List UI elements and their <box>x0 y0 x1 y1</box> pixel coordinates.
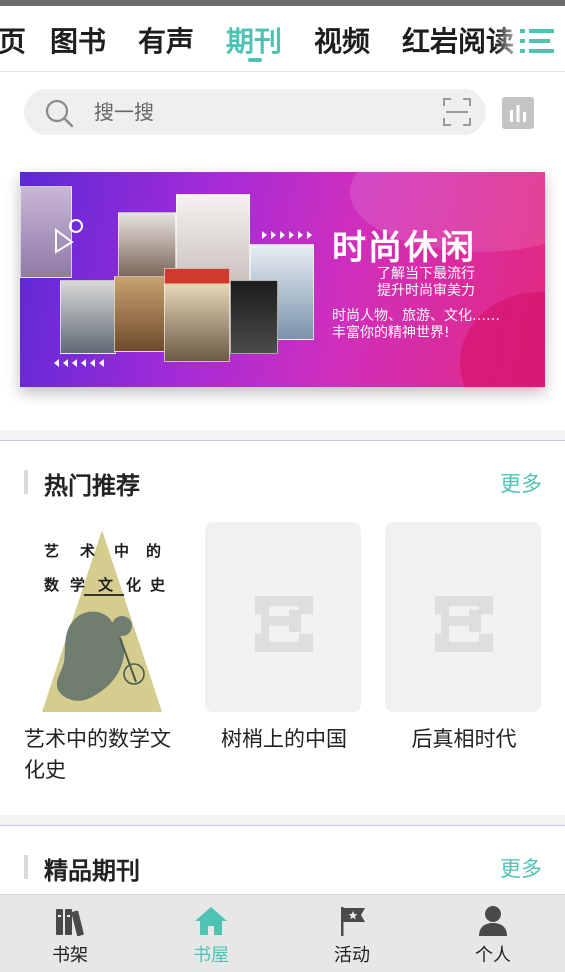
nav-bookshelf[interactable]: 书架 <box>30 905 110 967</box>
banner-tagline: 了解当下最流行 <box>377 266 475 282</box>
tab-home[interactable]: 首页 <box>0 20 26 60</box>
section-divider <box>0 430 565 441</box>
banner-decoration <box>460 292 545 387</box>
arrow-decoration-icon <box>54 359 104 367</box>
promo-banner[interactable]: 时尚休闲 了解当下最流行 提升时尚审美力 时尚人物、旅游、文化…… 丰富你的精神… <box>20 172 545 387</box>
category-tabs: 首页 图书 有声 期刊 视频 红岩阅读 <box>0 6 565 72</box>
book-cover-placeholder <box>205 522 361 712</box>
section-title: 热门推荐 <box>44 472 140 500</box>
banner-description: 时尚人物、旅游、文化…… <box>332 308 500 324</box>
hot-section-header: 热门推荐 更多 <box>24 466 544 502</box>
tab-audio[interactable]: 有声 <box>138 20 194 60</box>
section-marker <box>24 855 28 879</box>
search-bar[interactable] <box>24 89 486 135</box>
active-tab-indicator <box>248 58 262 62</box>
magazine-cover <box>230 280 278 354</box>
book-card[interactable]: 后真相时代 <box>385 522 543 755</box>
placeholder-logo-icon <box>255 596 313 652</box>
nav-label: 活动 <box>334 945 370 966</box>
tab-video[interactable]: 视频 <box>314 20 370 60</box>
banner-tagline: 提升时尚审美力 <box>377 283 475 299</box>
bar-chart-icon[interactable] <box>502 97 534 129</box>
flag-icon <box>341 907 365 936</box>
more-link[interactable]: 更多 <box>500 853 542 883</box>
book-title: 艺术中的数学文化史 <box>24 727 171 782</box>
cover-text: 数 <box>44 576 60 594</box>
more-link[interactable]: 更多 <box>500 468 542 498</box>
search-icon <box>45 99 74 128</box>
nav-activity[interactable]: 活动 <box>312 905 392 967</box>
section-marker <box>24 470 28 494</box>
person-icon <box>479 906 507 936</box>
section-divider <box>0 815 565 826</box>
home-icon <box>195 907 227 935</box>
search-input[interactable] <box>94 95 424 129</box>
nav-label: 书屋 <box>193 945 229 966</box>
bottom-nav: 书架 书屋 活动 个人 <box>0 894 565 972</box>
list-menu-icon[interactable] <box>518 26 556 56</box>
cover-text: 学 <box>70 576 86 594</box>
section-title: 精品期刊 <box>44 857 140 885</box>
arrow-decoration-icon <box>262 231 312 239</box>
banner-title: 时尚休闲 <box>332 228 476 268</box>
book-cover-placeholder <box>385 522 541 712</box>
scan-icon[interactable] <box>442 97 472 127</box>
cover-text: 化 <box>126 576 142 594</box>
cover-text: 术 <box>80 542 96 560</box>
cover-text: 艺 <box>44 542 60 560</box>
magazine-cover <box>60 280 116 354</box>
nav-label: 个人 <box>475 945 511 966</box>
tab-books[interactable]: 图书 <box>50 20 106 60</box>
journal-section-header: 精品期刊 更多 <box>24 851 544 887</box>
cover-text: 的 <box>146 542 162 560</box>
cover-text: 文 <box>98 576 114 594</box>
book-title: 树梢上的中国 <box>221 727 347 751</box>
play-icon <box>55 219 83 254</box>
tab-journals[interactable]: 期刊 <box>226 20 282 60</box>
book-cover: 艺 术 中 的 数 学 文 化 史 <box>24 522 180 712</box>
banner-description: 丰富你的精神世界! <box>332 325 450 341</box>
nav-bookhouse[interactable]: 书屋 <box>171 905 251 967</box>
bookshelf-icon <box>56 909 84 937</box>
placeholder-logo-icon <box>435 596 493 652</box>
book-title: 后真相时代 <box>411 727 517 751</box>
cover-text: 史 <box>150 576 166 594</box>
book-card[interactable]: 艺 术 中 的 数 学 文 化 史 艺术中的数学文化史 <box>24 522 182 786</box>
book-card[interactable]: 树梢上的中国 <box>205 522 363 755</box>
magazine-cover <box>114 276 166 352</box>
cover-text: 中 <box>114 542 130 560</box>
magazine-cover <box>164 268 230 362</box>
nav-profile[interactable]: 个人 <box>453 905 533 967</box>
nav-label: 书架 <box>52 945 88 966</box>
